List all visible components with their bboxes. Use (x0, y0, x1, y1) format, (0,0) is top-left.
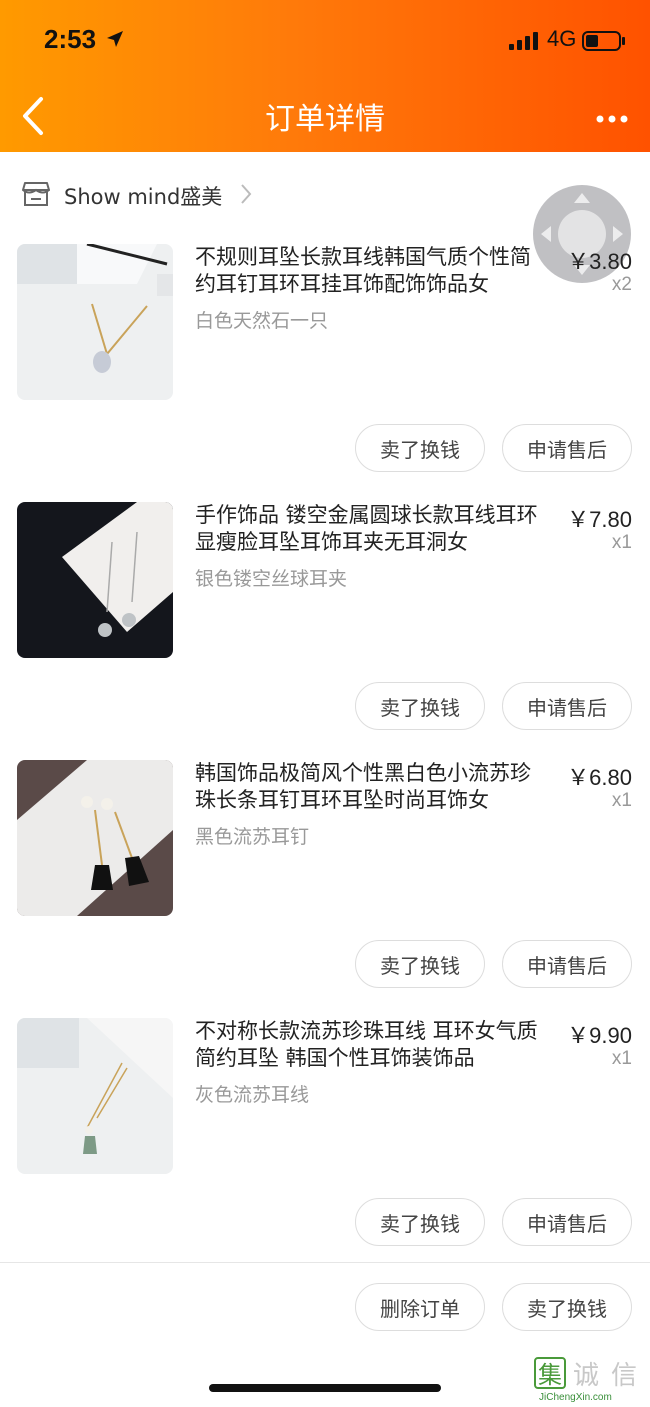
page-title: 订单详情 (265, 102, 385, 137)
product-image[interactable] (17, 760, 173, 916)
product-spec: 黑色流苏耳钉 (195, 826, 310, 848)
header: 2:53 4G 订单详情 (0, 0, 650, 152)
watermark-url: JiChengXin.com (539, 1392, 612, 1403)
product-quantity: x1 (611, 790, 632, 811)
product-spec: 灰色流苏耳线 (195, 1084, 310, 1106)
product-price: ￥7.80 (567, 507, 632, 532)
delete-order-button[interactable]: 删除订单 (355, 1283, 485, 1331)
product-quantity: x1 (611, 1048, 632, 1069)
product-price: ￥3.80 (567, 249, 632, 274)
watermark-logo: 集 诚 信 JiChengXin.com (533, 1356, 650, 1407)
product-title[interactable]: 不规则耳坠长款耳线韩国气质个性简约耳钉耳环耳挂耳饰配饰饰品女 (195, 244, 547, 298)
svg-text:诚: 诚 (573, 1361, 599, 1391)
store-icon (22, 181, 50, 212)
order-item: 手作饰品 镂空金属圆球长款耳线耳环 显瘦脸耳坠耳饰耳夹无耳洞女 银色镂空丝球耳夹… (0, 502, 650, 760)
svg-text:信: 信 (611, 1361, 637, 1391)
product-image[interactable] (17, 502, 173, 658)
product-title[interactable]: 韩国饰品极简风个性黑白色小流苏珍珠长条耳钉耳环耳坠时尚耳饰女 (195, 760, 547, 814)
sell-button[interactable]: 卖了换钱 (355, 940, 485, 988)
shop-name: Show mind盛美 (64, 185, 223, 209)
order-item: 韩国饰品极简风个性黑白色小流苏珍珠长条耳钉耳环耳坠时尚耳饰女 黑色流苏耳钉 ￥6… (0, 760, 650, 1018)
product-image[interactable] (17, 244, 173, 400)
after-sales-button[interactable]: 申请售后 (502, 424, 632, 472)
more-options-icon[interactable] (596, 110, 628, 128)
network-type: 4G (547, 26, 577, 51)
home-indicator[interactable] (209, 1384, 441, 1392)
location-arrow-icon (106, 30, 124, 53)
product-title[interactable]: 不对称长款流苏珍珠耳线 耳环女气质简约耳坠 韩国个性耳饰装饰品 (195, 1018, 547, 1072)
product-price: ￥6.80 (567, 765, 632, 790)
svg-text:集: 集 (538, 1361, 562, 1389)
sell-button[interactable]: 卖了换钱 (355, 424, 485, 472)
order-item: 不规则耳坠长款耳线韩国气质个性简约耳钉耳环耳挂耳饰配饰饰品女 白色天然石一只 ￥… (0, 244, 650, 502)
after-sales-button[interactable]: 申请售后 (502, 1198, 632, 1246)
navigation-bar: 订单详情 (0, 80, 650, 150)
order-item: 不对称长款流苏珍珠耳线 耳环女气质简约耳坠 韩国个性耳饰装饰品 灰色流苏耳线 ￥… (0, 1018, 650, 1276)
product-spec: 银色镂空丝球耳夹 (195, 568, 348, 590)
product-title[interactable]: 手作饰品 镂空金属圆球长款耳线耳环 显瘦脸耳坠耳饰耳夹无耳洞女 (195, 502, 547, 556)
product-spec: 白色天然石一只 (195, 310, 329, 332)
signal-icon (509, 32, 539, 55)
product-quantity: x1 (611, 532, 632, 553)
footer-divider (0, 1262, 650, 1263)
after-sales-button[interactable]: 申请售后 (502, 940, 632, 988)
battery-icon (582, 31, 626, 56)
status-time: 2:53 (44, 24, 97, 54)
sell-order-button[interactable]: 卖了换钱 (502, 1283, 632, 1331)
chevron-right-icon (240, 183, 252, 210)
product-image[interactable] (17, 1018, 173, 1174)
status-bar: 2:53 4G (0, 22, 650, 62)
shop-row[interactable]: Show mind盛美 (22, 176, 252, 216)
sell-button[interactable]: 卖了换钱 (355, 682, 485, 730)
product-quantity: x2 (611, 274, 632, 295)
after-sales-button[interactable]: 申请售后 (502, 682, 632, 730)
product-price: ￥9.90 (567, 1023, 632, 1048)
sell-button[interactable]: 卖了换钱 (355, 1198, 485, 1246)
